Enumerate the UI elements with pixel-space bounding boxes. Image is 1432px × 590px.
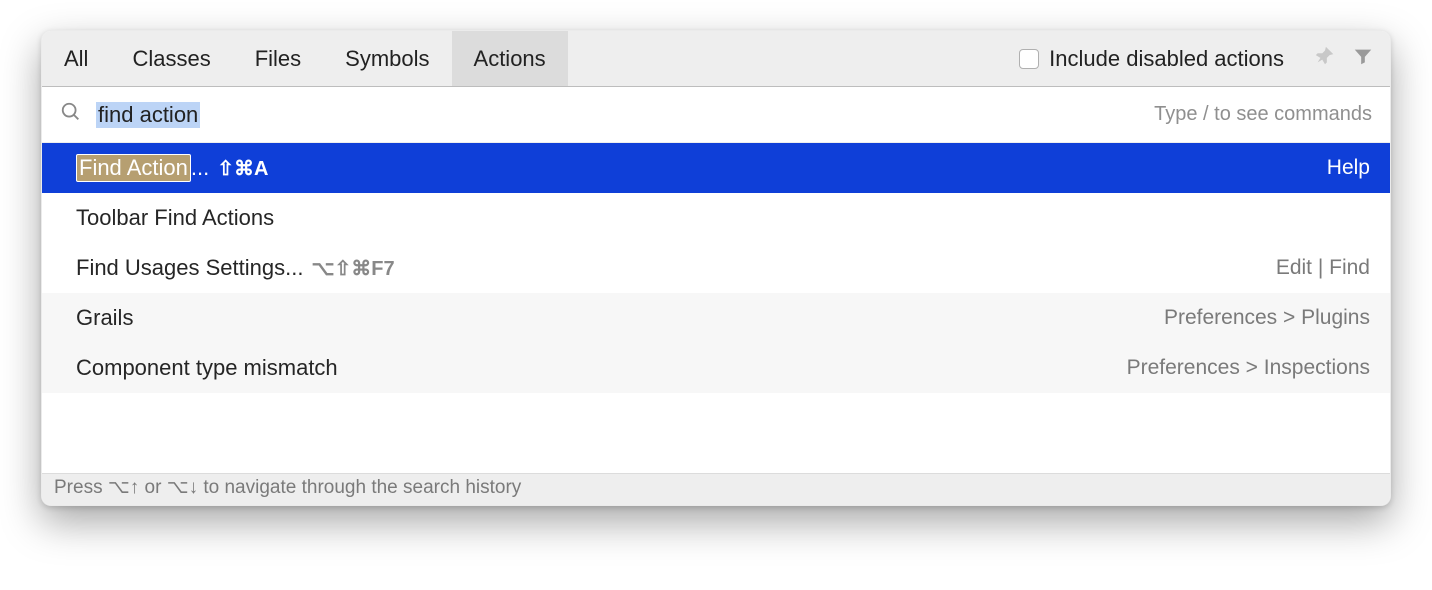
tab-classes[interactable]: Classes — [110, 31, 232, 86]
include-disabled-label: Include disabled actions — [1049, 46, 1284, 72]
result-title-suffix: ... — [191, 155, 209, 181]
result-title: Grails — [76, 305, 133, 331]
result-context: Help — [268, 156, 1370, 180]
result-title: Toolbar Find Actions — [76, 205, 274, 231]
tab-all[interactable]: All — [42, 31, 110, 86]
search-everywhere-popup: All Classes Files Symbols Actions Includ… — [41, 30, 1391, 506]
result-find-action[interactable]: Find Action... ⇧⌘A Help — [42, 143, 1390, 193]
search-icon — [60, 101, 82, 129]
result-title: Find Usages Settings... — [76, 255, 303, 281]
search-hint: Type / to see commands — [200, 103, 1372, 126]
results-list: Find Action... ⇧⌘A Help Toolbar Find Act… — [42, 143, 1390, 473]
search-value: find action — [96, 102, 200, 128]
footer-hint: Press ⌥↑ or ⌥↓ to navigate through the s… — [42, 473, 1390, 505]
result-component-type-mismatch[interactable]: Component type mismatch Preferences > In… — [42, 343, 1390, 393]
result-shortcut: ⌥⇧⌘F7 — [311, 256, 394, 281]
checkbox-icon[interactable] — [1019, 49, 1039, 69]
result-find-usages-settings[interactable]: Find Usages Settings... ⌥⇧⌘F7 Edit | Fin… — [42, 243, 1390, 293]
search-row: find action Type / to see commands — [42, 87, 1390, 143]
results-padding — [42, 393, 1390, 473]
tab-files[interactable]: Files — [233, 31, 323, 86]
result-context: Preferences > Plugins — [133, 306, 1370, 330]
result-context: Preferences > Inspections — [338, 356, 1370, 380]
result-title: Component type mismatch — [76, 355, 338, 381]
tab-symbols[interactable]: Symbols — [323, 31, 451, 86]
filter-icon[interactable] — [1352, 45, 1374, 73]
search-input[interactable]: find action — [96, 102, 200, 128]
result-grails[interactable]: Grails Preferences > Plugins — [42, 293, 1390, 343]
result-context: Edit | Find — [395, 256, 1370, 280]
pin-icon[interactable] — [1314, 45, 1336, 73]
include-disabled-actions[interactable]: Include disabled actions — [1005, 31, 1298, 86]
result-title-highlight: Find Action — [76, 154, 191, 182]
result-shortcut: ⇧⌘A — [217, 156, 268, 181]
result-toolbar-find-actions[interactable]: Toolbar Find Actions — [42, 193, 1390, 243]
tab-bar: All Classes Files Symbols Actions Includ… — [42, 31, 1390, 87]
tab-actions[interactable]: Actions — [452, 31, 568, 86]
